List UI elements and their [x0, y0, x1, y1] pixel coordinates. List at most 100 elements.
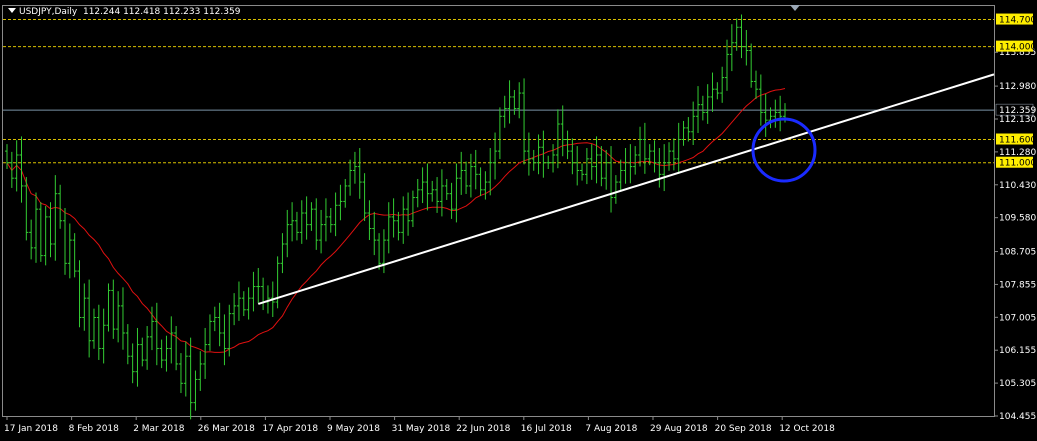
- candle: [9, 151, 14, 188]
- candle: [203, 327, 208, 379]
- candle: [135, 327, 140, 387]
- candle: [522, 78, 527, 165]
- candle: [377, 233, 382, 270]
- moving-average-path: [6, 88, 786, 353]
- candle: [236, 281, 241, 321]
- candle: [106, 283, 111, 332]
- candle: [304, 196, 309, 240]
- highlight-circle-ring: [751, 117, 817, 183]
- candle: [744, 29, 749, 66]
- chart-window[interactable]: 104.455 105.305 106.155 107.005 107.855 108.7…: [0, 0, 1037, 441]
- candle: [251, 271, 256, 312]
- candle: [338, 184, 343, 221]
- candle: [512, 89, 517, 115]
- candle: [575, 146, 580, 186]
- candle: [739, 14, 744, 59]
- candle: [91, 308, 96, 349]
- chart-shift-marker-icon[interactable]: [790, 5, 800, 11]
- price-axis[interactable]: 104.455 105.305 106.155 107.005 107.855 108.7…: [994, 13, 1036, 422]
- x-tick-label: 26 Mar 2018: [198, 424, 255, 434]
- candle: [116, 291, 121, 343]
- highlight-circle[interactable]: [751, 117, 817, 183]
- candle: [638, 126, 643, 167]
- candle: [217, 302, 222, 347]
- symbol-label: USDJPY,Daily: [19, 7, 78, 17]
- candle: [367, 200, 372, 241]
- candle: [101, 308, 106, 364]
- time-axis[interactable]: 17 Jan 2018 8 Feb 2018 2 Mar 2018 26 Mar 20…: [4, 416, 835, 434]
- candle: [120, 287, 125, 350]
- candle: [328, 208, 333, 233]
- candle: [468, 153, 473, 198]
- candle: [87, 279, 92, 358]
- candle: [633, 146, 638, 175]
- x-tick-label: 12 Oct 2018: [779, 424, 835, 434]
- candle: [415, 178, 420, 208]
- candle: [391, 198, 396, 238]
- x-tick-label: 7 Aug 2018: [585, 424, 637, 434]
- candle: [77, 260, 82, 328]
- candle: [536, 134, 541, 175]
- chart-menu-triangle-icon[interactable]: [8, 8, 16, 13]
- candle: [299, 200, 304, 244]
- level-label: 111.000: [999, 159, 1036, 169]
- candle: [275, 256, 280, 309]
- y-tick-label: 107.005: [999, 313, 1036, 323]
- candle: [686, 117, 691, 142]
- candle: [517, 82, 522, 119]
- candle: [183, 341, 188, 397]
- candle: [43, 206, 48, 266]
- x-tick-label: 16 Jul 2018: [521, 424, 572, 434]
- candle: [546, 155, 551, 169]
- candle: [439, 169, 444, 217]
- candle: [729, 24, 734, 72]
- candle: [111, 279, 116, 339]
- usdjpy-daily-chart[interactable]: 104.455 105.305 106.155 107.005 107.855 108.7…: [0, 0, 1037, 441]
- candle: [758, 74, 763, 126]
- candle: [280, 233, 285, 274]
- candle: [154, 302, 159, 366]
- candle: [749, 43, 754, 88]
- candle: [357, 148, 362, 199]
- candle: [642, 122, 647, 174]
- trendline[interactable]: [257, 73, 995, 305]
- candle: [618, 159, 623, 192]
- candle: [507, 80, 512, 124]
- candle: [265, 285, 270, 314]
- candle: [188, 337, 193, 420]
- candle: [763, 93, 768, 137]
- candle: [464, 161, 469, 194]
- candle: [488, 148, 493, 196]
- x-tick-label: 9 May 2018: [327, 424, 380, 434]
- level-label: 111.600: [999, 136, 1036, 146]
- y-tick-label: 109.580: [999, 214, 1036, 224]
- candle: [14, 140, 19, 192]
- candle: [352, 151, 357, 184]
- candle: [589, 144, 594, 180]
- x-tick-label: 31 May 2018: [392, 424, 451, 434]
- y-tick-label: 107.855: [999, 280, 1036, 290]
- candle: [623, 148, 628, 184]
- candle: [700, 95, 705, 121]
- candle: [145, 326, 150, 370]
- candle: [261, 277, 266, 311]
- candle: [681, 120, 686, 146]
- candle: [410, 190, 415, 228]
- candle: [58, 184, 63, 229]
- candle: [734, 18, 739, 51]
- candle: [130, 343, 135, 384]
- candle: [710, 72, 715, 112]
- y-tick-label: 104.455: [999, 412, 1036, 422]
- candle: [212, 306, 217, 332]
- candle: [246, 287, 251, 320]
- candle: [222, 314, 227, 366]
- candle: [526, 132, 531, 176]
- candle: [232, 293, 237, 326]
- candle: [657, 148, 662, 188]
- ohlc-values: 112.244 112.418 112.233 112.359: [82, 7, 241, 17]
- candle: [773, 99, 778, 128]
- candle: [715, 82, 720, 100]
- candle: [193, 370, 198, 411]
- chart-header: USDJPY,Daily 112.244 112.418 112.233 112…: [8, 7, 240, 17]
- x-tick-label: 2 Mar 2018: [133, 424, 185, 434]
